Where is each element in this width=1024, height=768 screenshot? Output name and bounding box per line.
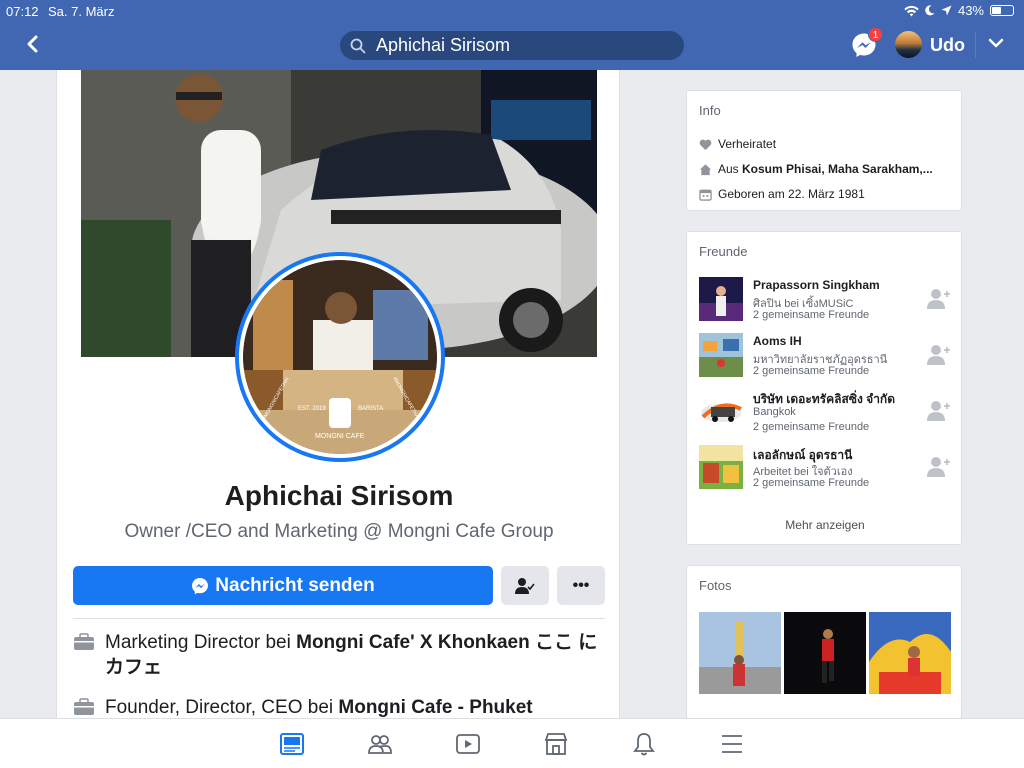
friend-thumbnail[interactable] — [699, 333, 743, 377]
profile-picture[interactable]: EST. 2019 BARISTA MONGNI CAFE #MONGNICAF… — [235, 252, 445, 462]
status-bar: 07:12 Sa. 7. März 43% — [0, 0, 1024, 22]
work-item: Founder, Director, CEO bei Mongni Cafe -… — [73, 695, 605, 718]
photo-thumbnail[interactable] — [869, 612, 951, 694]
more-options-label: ••• — [572, 576, 590, 594]
info-title: Info — [699, 103, 721, 118]
search-box[interactable] — [340, 31, 684, 60]
battery-percent: 43% — [957, 3, 984, 18]
location-icon — [941, 5, 952, 16]
work-prefix: Marketing Director bei — [105, 632, 297, 653]
add-friend-icon[interactable] — [927, 288, 951, 310]
hometown-link[interactable]: Kosum Phisai, Maha Sarakham,... — [742, 162, 933, 176]
friend-item[interactable]: Prapassorn Singkham ศิลปิน bei เซิ้งMUSi… — [699, 277, 951, 323]
menu-icon[interactable] — [719, 731, 745, 757]
profile-pic-est: EST. 2019 — [298, 406, 326, 412]
status-time: 07:12 — [6, 4, 39, 19]
status-indicators: 43% — [904, 3, 1014, 18]
search-icon — [350, 38, 366, 53]
photos-card: Fotos — [686, 565, 962, 735]
relationship-text: Verheiratet — [718, 137, 777, 151]
friend-mutual: 2 gemeinsame Freunde — [753, 477, 870, 489]
friend-mutual: 2 gemeinsame Freunde — [753, 421, 870, 433]
header-divider — [975, 32, 976, 58]
friend-check-icon — [515, 577, 535, 594]
work-item: Marketing Director bei Mongni Cafe' X Kh… — [73, 630, 605, 680]
info-card: Info Verheiratet Aus Kosum Phisai, Maha … — [686, 90, 962, 211]
friend-item[interactable]: Aoms IH มหาวิทยาลัยราชภัฏอุดรธานี 2 geme… — [699, 333, 951, 379]
friends-title: Freunde — [699, 244, 748, 259]
profile-name: Aphichai Sirisom — [224, 480, 454, 511]
battery-icon — [990, 5, 1014, 16]
show-more-friends-link[interactable]: Mehr anzeigen — [687, 518, 963, 532]
messenger-icon — [192, 577, 209, 594]
birthday-row: Geboren am 22. März 1981 — [699, 187, 865, 201]
home-icon — [699, 163, 712, 175]
send-message-label: Nachricht senden — [215, 574, 375, 596]
top-bar: 07:12 Sa. 7. März 43% 1 Udo — [0, 0, 1024, 70]
profile-pic-barista: BARISTA — [358, 406, 383, 412]
hometown-prefix: Aus — [718, 162, 743, 176]
account-menu-button[interactable] — [987, 34, 1007, 54]
friend-subtitle: Bangkok — [753, 406, 796, 418]
photo-thumbnail[interactable] — [699, 612, 781, 694]
relationship-row: Verheiratet — [699, 137, 776, 151]
friends-card: Freunde Prapassorn Singkham ศิลปิน bei เ… — [686, 231, 962, 545]
chevron-down-icon — [988, 38, 1004, 48]
friend-item[interactable]: บริษัท เดอะทรัคลิสซิ่ง จำกัด Bangkok 2 g… — [699, 389, 951, 435]
birthday-text: Geboren am 22. März 1981 — [718, 187, 865, 201]
friend-name[interactable]: Prapassorn Singkham — [753, 278, 880, 292]
friend-mutual: 2 gemeinsame Freunde — [753, 365, 870, 377]
more-options-button[interactable]: ••• — [557, 566, 605, 605]
marketplace-icon[interactable] — [543, 731, 569, 757]
notifications-icon[interactable] — [631, 731, 657, 757]
notification-badge: 1 — [868, 27, 883, 42]
work-prefix: Founder, Director, CEO bei — [105, 697, 339, 718]
profile-pic-brand: MONGNI CAFE — [315, 433, 365, 440]
divider — [73, 618, 605, 619]
add-friend-icon[interactable] — [927, 344, 951, 366]
user-name[interactable]: Udo — [930, 35, 965, 56]
friend-name[interactable]: Aoms IH — [753, 334, 802, 348]
hometown-row: Aus Kosum Phisai, Maha Sarakham,... — [699, 162, 933, 176]
friend-status-button[interactable] — [501, 566, 549, 605]
nav-row: 1 Udo — [0, 22, 1024, 68]
news-feed-icon[interactable] — [279, 731, 305, 757]
add-friend-icon[interactable] — [927, 400, 951, 422]
profile-card: EST. 2019 BARISTA MONGNI CAFE #MONGNICAF… — [56, 70, 620, 718]
moon-icon — [925, 5, 935, 16]
briefcase-icon — [74, 698, 94, 715]
work-org-link[interactable]: Mongni Cafe - Phuket — [338, 697, 532, 718]
friend-thumbnail[interactable] — [699, 277, 743, 321]
friends-icon[interactable] — [367, 731, 393, 757]
friend-thumbnail[interactable] — [699, 445, 743, 489]
messenger-button[interactable]: 1 — [851, 27, 883, 60]
add-friend-icon[interactable] — [927, 456, 951, 478]
friend-thumbnail[interactable] — [699, 389, 743, 433]
status-date: Sa. 7. März — [48, 4, 115, 19]
user-avatar[interactable] — [895, 31, 922, 58]
friend-item[interactable]: เลอลักษณ์ อุดรธานี Arbeitet bei ใจตัวเอง… — [699, 445, 951, 491]
back-button[interactable] — [18, 30, 46, 58]
send-message-button[interactable]: Nachricht senden — [73, 566, 493, 605]
photos-title: Fotos — [699, 578, 732, 593]
photo-thumbnail[interactable] — [784, 612, 866, 694]
profile-bio: Owner /CEO and Marketing @ Mongni Cafe G… — [124, 521, 554, 542]
heart-icon — [699, 139, 712, 150]
briefcase-icon — [74, 633, 94, 650]
calendar-icon — [699, 189, 712, 201]
search-input[interactable] — [376, 35, 666, 56]
profile-picture-image: EST. 2019 BARISTA MONGNI CAFE #MONGNICAF… — [243, 260, 437, 454]
watch-icon[interactable] — [455, 731, 481, 757]
friend-mutual: 2 gemeinsame Freunde — [753, 309, 870, 321]
bottom-tab-bar — [0, 718, 1024, 768]
chevron-left-icon — [27, 35, 38, 53]
battery-fill — [992, 7, 1001, 14]
wifi-icon — [904, 5, 919, 16]
